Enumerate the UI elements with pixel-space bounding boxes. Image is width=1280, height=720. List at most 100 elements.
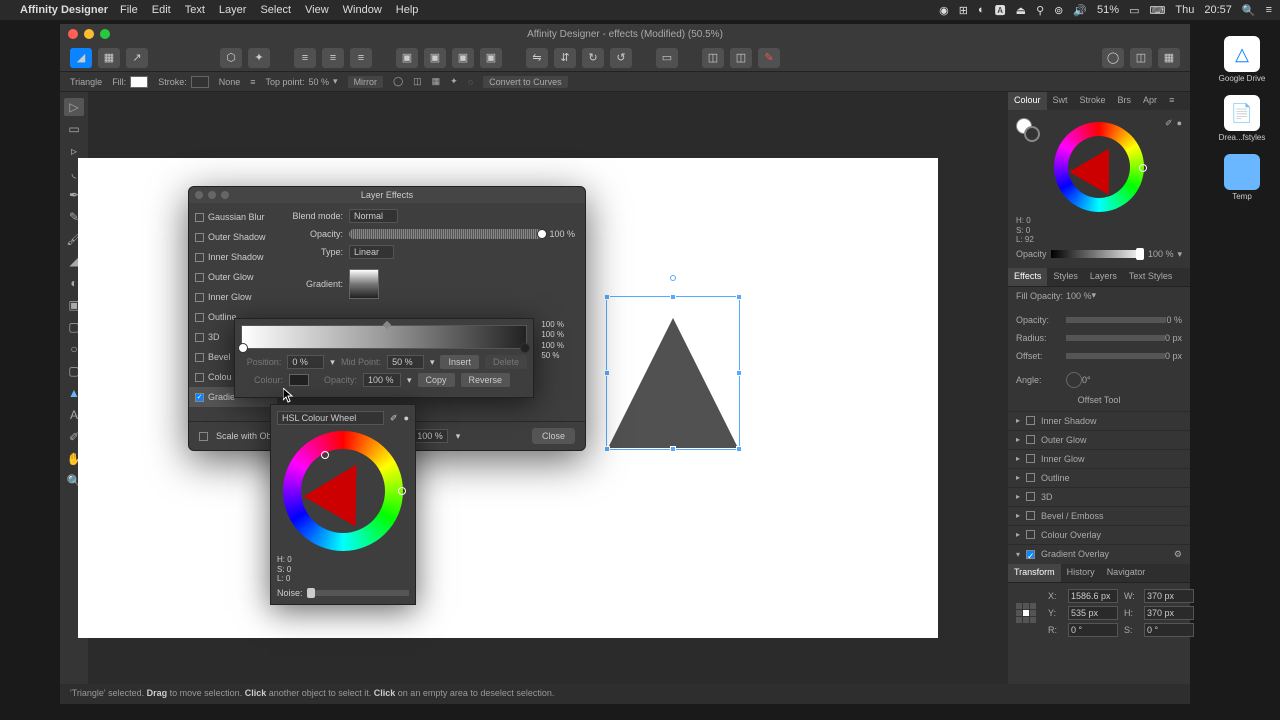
hue-handle[interactable]	[398, 487, 406, 495]
tb-icon[interactable]: ✦	[450, 76, 458, 87]
rotate-icon[interactable]: ↺	[610, 48, 632, 68]
effect-outer-glow[interactable]: ▸Outer Glow	[1008, 430, 1190, 449]
window-controls[interactable]	[68, 29, 110, 39]
status-icon[interactable]: 🅰	[995, 2, 1006, 18]
offset-tool-button[interactable]: Offset Tool	[1008, 389, 1190, 411]
scale-checkbox[interactable]	[199, 432, 208, 441]
fill-stroke-selector[interactable]	[1016, 118, 1032, 134]
offset-slider[interactable]	[1066, 353, 1165, 359]
transform-y[interactable]	[1068, 606, 1118, 620]
tab-brushes[interactable]: Brs	[1112, 92, 1138, 110]
view-icon[interactable]: ◫	[1130, 48, 1152, 68]
order-icon[interactable]: ▣	[480, 48, 502, 68]
folder-icon[interactable]: Temp	[1224, 154, 1260, 201]
fx-gaussian-blur[interactable]: Gaussian Blur	[189, 207, 277, 227]
menu-view[interactable]: View	[305, 4, 329, 16]
opacity-slider[interactable]	[349, 229, 543, 239]
close-button[interactable]: Close	[532, 428, 575, 444]
opacity-slider[interactable]	[1051, 250, 1144, 258]
maximize-icon[interactable]	[100, 29, 110, 39]
eyedropper-icon[interactable]: ✐	[390, 413, 398, 424]
gradient-preview[interactable]	[349, 269, 379, 299]
gradient-stop[interactable]	[238, 343, 248, 353]
order-icon[interactable]: ▣	[396, 48, 418, 68]
status-icon[interactable]: ⏏	[1016, 4, 1026, 17]
transform-r[interactable]	[1068, 623, 1118, 637]
resize-handle[interactable]	[670, 294, 676, 300]
insert-icon[interactable]: ▭	[656, 48, 678, 68]
resize-handle[interactable]	[604, 294, 610, 300]
input-icon[interactable]: ⌨	[1149, 4, 1165, 17]
persona-pixel[interactable]: ▦	[98, 48, 120, 68]
menu-help[interactable]: Help	[396, 4, 419, 16]
colour-handle[interactable]	[321, 451, 329, 459]
chevron-down-icon[interactable]: ▾	[1177, 249, 1182, 260]
copy-button[interactable]: Copy	[418, 373, 455, 387]
opacity-slider[interactable]	[1066, 317, 1166, 323]
effect-inner-glow[interactable]: ▸Inner Glow	[1008, 449, 1190, 468]
tab-effects[interactable]: Effects	[1008, 268, 1047, 286]
tb-icon[interactable]: ◫	[413, 76, 422, 87]
tb-icon[interactable]: ◯	[393, 76, 403, 87]
chevron-down-icon[interactable]: ▾	[333, 76, 338, 87]
align-icon[interactable]: ≡	[350, 48, 372, 68]
tab-colour[interactable]: Colour	[1008, 92, 1047, 110]
transform-s[interactable]	[1144, 623, 1194, 637]
battery-pct[interactable]: 51%	[1097, 4, 1119, 16]
effect-gradient-overlay[interactable]: ▾✓Gradient Overlay⚙	[1008, 544, 1190, 564]
persona-designer[interactable]: ◢	[70, 48, 92, 68]
colour-wheel[interactable]	[283, 431, 403, 551]
hue-handle[interactable]	[1139, 164, 1147, 172]
transform-h[interactable]	[1144, 606, 1194, 620]
fillopacity-field[interactable]: 100 %	[412, 429, 448, 443]
stroke-swatch[interactable]	[191, 76, 209, 88]
anchor-selector[interactable]	[1016, 603, 1036, 623]
tab-layers[interactable]: Layers	[1084, 268, 1123, 286]
tab-transform[interactable]: Transform	[1008, 564, 1061, 582]
menu-edit[interactable]: Edit	[152, 4, 171, 16]
tb-icon[interactable]: ◌	[468, 77, 473, 87]
effect-bevel[interactable]: ▸Bevel / Emboss	[1008, 506, 1190, 525]
menu-select[interactable]: Select	[260, 4, 291, 16]
colour-mode-select[interactable]: HSL Colour Wheel	[277, 411, 384, 425]
minimize-icon[interactable]	[84, 29, 94, 39]
tab-styles[interactable]: Styles	[1047, 268, 1084, 286]
colour-chip-icon[interactable]: ●	[1177, 118, 1182, 129]
notifications-icon[interactable]: ≡	[1266, 4, 1272, 16]
position-field[interactable]: 0 %	[287, 355, 324, 369]
time[interactable]: 20:57	[1204, 4, 1232, 16]
close-icon[interactable]	[68, 29, 78, 39]
gradient-bar[interactable]: 100 %100 %100 %50 %	[241, 325, 527, 349]
tab-navigator[interactable]: Navigator	[1101, 564, 1152, 582]
effect-colour-overlay[interactable]: ▸Colour Overlay	[1008, 525, 1190, 544]
record-icon[interactable]: ◉	[939, 4, 949, 17]
rotate-icon[interactable]: ↻	[582, 48, 604, 68]
menu-text[interactable]: Text	[185, 4, 205, 16]
wifi-icon[interactable]: ⊚	[1054, 4, 1063, 17]
boolean-icon[interactable]: ◫	[730, 48, 752, 68]
spotlight-icon[interactable]: 🔍	[1242, 4, 1256, 17]
eyedropper-icon[interactable]: ✐	[1165, 118, 1173, 129]
gear-icon[interactable]: ⚙	[1174, 549, 1182, 560]
midpoint-field[interactable]: 50 %	[387, 355, 424, 369]
flip-v-icon[interactable]: ⇵	[554, 48, 576, 68]
file-icon[interactable]: 📄Drea...fstyles	[1219, 95, 1266, 142]
tb-icon[interactable]: ▦	[432, 76, 441, 87]
status-icon[interactable]: ◐	[978, 4, 985, 16]
align-icon[interactable]: ≡	[294, 48, 316, 68]
transform-w[interactable]	[1144, 589, 1194, 603]
panel-menu-icon[interactable]: ≡	[1163, 92, 1180, 110]
dialog-titlebar[interactable]: Layer Effects	[189, 187, 585, 203]
stop-opacity-field[interactable]: 100 %	[363, 373, 401, 387]
align-icon[interactable]: ≡	[322, 48, 344, 68]
battery-icon[interactable]: ▭	[1129, 4, 1139, 17]
menu-layer[interactable]: Layer	[219, 4, 247, 16]
chevron-down-icon[interactable]: ▾	[456, 431, 461, 442]
insert-button[interactable]: Insert	[440, 355, 479, 369]
type-select[interactable]: Linear	[349, 245, 394, 259]
fill-swatch[interactable]	[130, 76, 148, 88]
order-icon[interactable]: ▣	[424, 48, 446, 68]
chevron-down-icon[interactable]: ▾	[407, 375, 412, 386]
app-name[interactable]: Affinity Designer	[20, 4, 108, 16]
snap-icon[interactable]: ⬡	[220, 48, 242, 68]
